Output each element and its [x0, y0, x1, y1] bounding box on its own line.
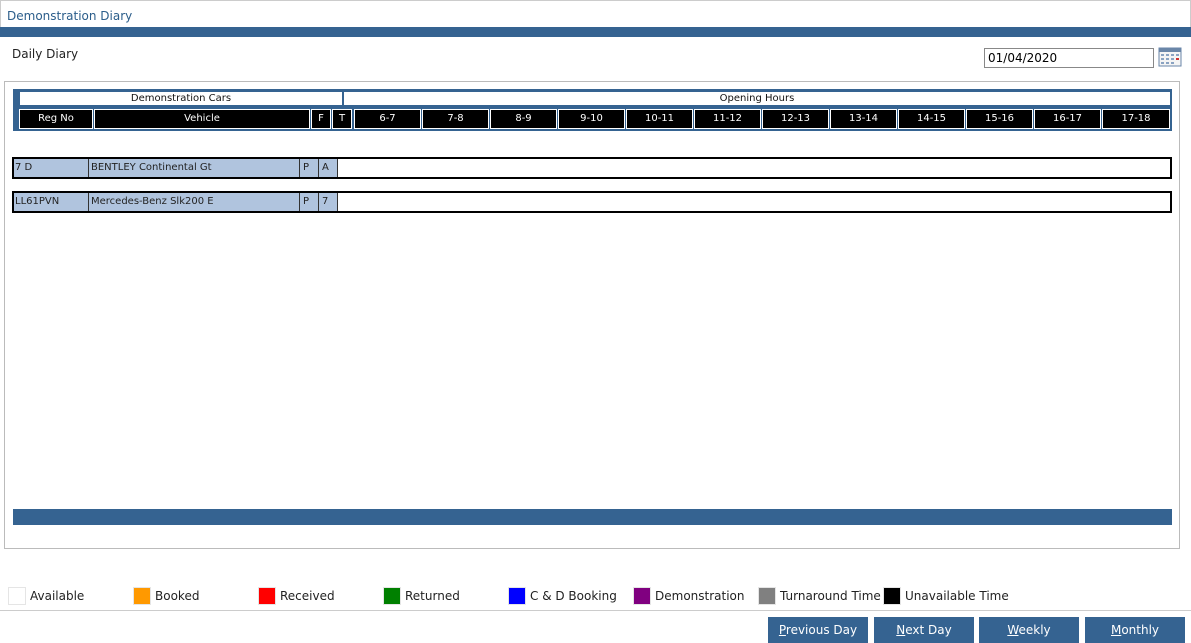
- legend-received: Received: [258, 587, 335, 605]
- legend-unavailable-time: Unavailable Time: [883, 587, 1009, 605]
- col-hour-12-13[interactable]: 12-13: [762, 109, 829, 129]
- col-hour-6-7[interactable]: 6-7: [354, 109, 421, 129]
- grid-header: Demonstration Cars Opening Hours Reg No …: [13, 89, 1172, 131]
- legend-label: C & D Booking: [530, 589, 617, 603]
- window-title: Demonstration Diary: [7, 9, 133, 23]
- legend-turnaround-time: Turnaround Time: [758, 587, 881, 605]
- monthly-button[interactable]: Monthly: [1085, 617, 1185, 643]
- calendar-icon[interactable]: [1158, 47, 1182, 67]
- previous-day-button[interactable]: Previous Day: [768, 617, 868, 643]
- previous-day-accesskey: P: [778, 623, 786, 637]
- header-band: [0, 27, 1191, 37]
- legend-cd-booking: C & D Booking: [508, 587, 617, 605]
- legend-label: Demonstration: [655, 589, 745, 603]
- table-row[interactable]: 7 D BENTLEY Continental Gt P A: [12, 157, 1172, 179]
- legend-demonstration: Demonstration: [633, 587, 745, 605]
- legend-swatch: [258, 587, 276, 605]
- cell-reg-no[interactable]: LL61PVN: [14, 193, 89, 211]
- col-hour-10-11[interactable]: 10-11: [626, 109, 693, 129]
- next-day-button[interactable]: Next Day: [874, 617, 974, 643]
- row-timeline[interactable]: [338, 159, 1170, 177]
- grid-footer-band: [13, 509, 1172, 525]
- col-hour-15-16[interactable]: 15-16: [966, 109, 1033, 129]
- legend-swatch: [883, 587, 901, 605]
- cell-vehicle[interactable]: Mercedes-Benz Slk200 E: [89, 193, 300, 211]
- table-row[interactable]: LL61PVN Mercedes-Benz Slk200 E P 7: [12, 191, 1172, 213]
- weekly-button[interactable]: Weekly: [979, 617, 1079, 643]
- weekly-accesskey: W: [1007, 623, 1019, 637]
- next-day-label: ext Day: [905, 623, 952, 637]
- col-hour-17-18[interactable]: 17-18: [1102, 109, 1170, 129]
- legend-label: Unavailable Time: [905, 589, 1009, 603]
- cell-t: A: [319, 159, 338, 177]
- cell-reg-no[interactable]: 7 D: [14, 159, 89, 177]
- legend-swatch: [508, 587, 526, 605]
- col-reg-no[interactable]: Reg No: [19, 109, 93, 129]
- monthly-accesskey: M: [1110, 623, 1122, 637]
- col-t[interactable]: T: [332, 109, 352, 129]
- monthly-label: onthly: [1121, 623, 1160, 637]
- cell-vehicle[interactable]: BENTLEY Continental Gt: [89, 159, 300, 177]
- bottom-divider: [0, 610, 1191, 611]
- diary-panel: [4, 81, 1180, 549]
- legend-booked: Booked: [133, 587, 199, 605]
- legend-swatch: [133, 587, 151, 605]
- legend-swatch: [8, 587, 26, 605]
- title-bar: Demonstration Diary: [0, 0, 1191, 28]
- group-opening-hours: Opening Hours: [343, 91, 1171, 106]
- col-f[interactable]: F: [311, 109, 331, 129]
- legend-available: Available: [8, 587, 84, 605]
- legend-label: Available: [30, 589, 85, 603]
- daily-diary-label: Daily Diary: [12, 47, 79, 61]
- legend-returned: Returned: [383, 587, 460, 605]
- legend-swatch: [758, 587, 776, 605]
- col-hour-8-9[interactable]: 8-9: [490, 109, 557, 129]
- legend-swatch: [383, 587, 401, 605]
- weekly-label: eekly: [1018, 623, 1051, 637]
- col-hour-14-15[interactable]: 14-15: [898, 109, 965, 129]
- col-hour-9-10[interactable]: 9-10: [558, 109, 625, 129]
- legend-label: Turnaround Time: [780, 589, 881, 603]
- cell-t: 7: [319, 193, 338, 211]
- group-demonstration-cars: Demonstration Cars: [19, 91, 343, 106]
- legend-label: Booked: [155, 589, 200, 603]
- previous-day-label: revious Day: [785, 623, 858, 637]
- row-timeline[interactable]: [338, 193, 1170, 211]
- next-day-accesskey: N: [896, 623, 906, 637]
- cell-f: P: [300, 193, 319, 211]
- cell-f: P: [300, 159, 319, 177]
- col-hour-11-12[interactable]: 11-12: [694, 109, 761, 129]
- col-hour-13-14[interactable]: 13-14: [830, 109, 897, 129]
- col-hour-16-17[interactable]: 16-17: [1034, 109, 1101, 129]
- legend-swatch: [633, 587, 651, 605]
- legend-label: Received: [280, 589, 335, 603]
- legend-label: Returned: [405, 589, 460, 603]
- date-input[interactable]: [984, 48, 1154, 68]
- col-vehicle[interactable]: Vehicle: [94, 109, 310, 129]
- col-hour-7-8[interactable]: 7-8: [422, 109, 489, 129]
